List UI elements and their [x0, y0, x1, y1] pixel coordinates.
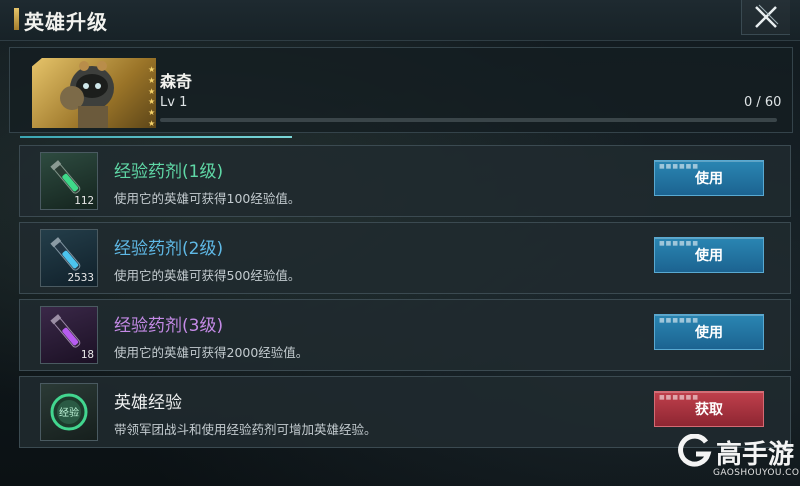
title-accent-bar — [14, 8, 19, 30]
use-button[interactable]: ■■■■■■ 使用 — [654, 160, 764, 196]
exp-potion-2-icon: 2533 — [40, 229, 98, 287]
use-button-label: 使用 — [695, 325, 723, 341]
use-button[interactable]: ■■■■■■ 使用 — [654, 314, 764, 350]
list-item: 2533 经验药剂(2级) 使用它的英雄可获得500经验值。 ■■■■■■ 使用 — [19, 222, 791, 294]
exp-badge-icon: 经验 — [50, 393, 88, 431]
watermark-brand: 高手游 — [716, 440, 795, 470]
hero-exp-icon: 经验 — [40, 383, 98, 441]
watermark-url: GAOSHOUYOU.COM — [713, 468, 800, 478]
item-name: 经验药剂(3级) — [114, 316, 224, 336]
obtain-button-label: 获取 — [695, 402, 723, 418]
exp-potion-1-icon: 112 — [40, 152, 98, 210]
exp-potion-3-icon: 18 — [40, 306, 98, 364]
star-icon: ★ — [148, 86, 156, 96]
close-button[interactable] — [741, 0, 790, 35]
use-button-label: 使用 — [695, 248, 723, 264]
button-decoration: ■■■■■■ — [659, 163, 700, 170]
tab-indicator-line — [20, 136, 292, 138]
close-icon — [755, 4, 779, 28]
hero-stars: ★ ★ ★ ★ ★ ★ — [148, 66, 156, 128]
watermark: 高手游 GAOSHOUYOU.COM — [676, 432, 800, 482]
list-item: 18 经验药剂(3级) 使用它的英雄可获得2000经验值。 ■■■■■■ 使用 — [19, 299, 791, 371]
hero-robot-icon — [60, 61, 114, 128]
star-icon: ★ — [148, 65, 156, 74]
hero-portrait — [32, 58, 156, 128]
item-name: 英雄经验 — [114, 393, 182, 413]
use-button-label: 使用 — [695, 171, 723, 187]
hero-name: 森奇 — [160, 72, 193, 91]
star-icon: ★ — [148, 118, 156, 128]
hero-level: Lv 1 — [160, 95, 188, 110]
star-icon: ★ — [148, 97, 156, 107]
exp-badge-label: 经验 — [59, 406, 79, 419]
obtain-button[interactable]: ■■■■■■ 获取 — [654, 391, 764, 427]
item-count: 18 — [80, 348, 94, 361]
item-name: 经验药剂(1级) — [114, 162, 224, 182]
page-title: 英雄升级 — [24, 10, 108, 34]
window-header: 英雄升级 — [0, 0, 800, 41]
list-item: 112 经验药剂(1级) 使用它的英雄可获得100经验值。 ■■■■■■ 使用 — [19, 145, 791, 217]
exp-progress-bar — [160, 118, 777, 122]
use-button[interactable]: ■■■■■■ 使用 — [654, 237, 764, 273]
star-icon: ★ — [148, 108, 156, 118]
item-name: 经验药剂(2级) — [114, 239, 224, 259]
item-description: 使用它的英雄可获得100经验值。 — [114, 191, 301, 206]
button-decoration: ■■■■■■ — [659, 240, 700, 247]
item-count: 112 — [74, 194, 94, 207]
hero-exp-text: 0 / 60 — [744, 95, 782, 110]
item-count: 2533 — [67, 271, 95, 284]
item-description: 使用它的英雄可获得500经验值。 — [114, 268, 301, 283]
button-decoration: ■■■■■■ — [659, 394, 700, 401]
item-description: 使用它的英雄可获得2000经验值。 — [114, 345, 309, 360]
star-icon: ★ — [148, 75, 156, 85]
brand-logo-icon — [678, 434, 712, 467]
item-description: 带领军团战斗和使用经验药剂可增加英雄经验。 — [114, 422, 377, 437]
button-decoration: ■■■■■■ — [659, 317, 700, 324]
